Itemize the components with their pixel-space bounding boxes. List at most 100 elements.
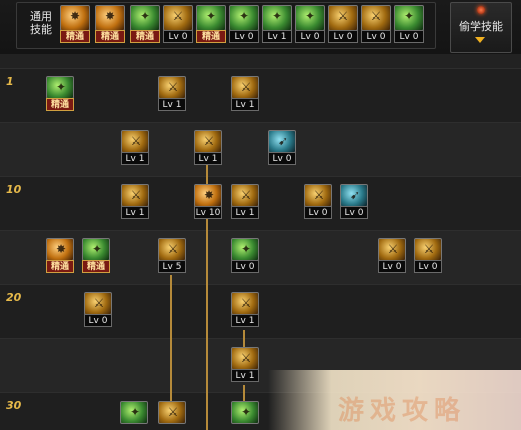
- skill-glyph: ⚔: [172, 9, 184, 23]
- skill-tile[interactable]: ✸ 精通: [60, 5, 90, 45]
- skill-tile[interactable]: ✦ 精通: [196, 5, 226, 45]
- skill-glyph: ✸: [55, 242, 67, 256]
- skill-tile[interactable]: ⚔ Lv 5: [158, 238, 186, 274]
- skill-level-label: Lv 0: [361, 30, 391, 43]
- watermark-text: 游戏攻略: [338, 396, 467, 426]
- skill-tile[interactable]: ✦: [120, 401, 148, 430]
- watermark-overlay: 游戏攻略: [268, 370, 521, 430]
- skill-level-label: Lv 1: [231, 206, 259, 219]
- skill-tile[interactable]: ➹ Lv 0: [268, 130, 296, 166]
- skill-tile[interactable]: ✸ 精通: [46, 238, 74, 274]
- skill-tile[interactable]: ⚔: [158, 401, 186, 430]
- steal-skills-label: 偷学技能: [459, 20, 503, 33]
- skill-glyph: ⚔: [93, 296, 105, 310]
- skill-glyph: ✦: [240, 242, 252, 256]
- skill-tile[interactable]: ⚔ Lv 0: [361, 5, 391, 45]
- tree-connector: [170, 275, 172, 405]
- skill-glyph: ✦: [55, 80, 67, 94]
- gold-cross-icon: ⚔: [231, 76, 259, 99]
- gold-bag-icon: ⚔: [414, 238, 442, 261]
- skill-glyph: ✸: [104, 9, 116, 23]
- skill-tile[interactable]: ✦ Lv 0: [394, 5, 424, 45]
- gold-gun-icon: ⚔: [158, 401, 186, 424]
- skill-tile[interactable]: ✸ Lv 10: [194, 184, 222, 220]
- skill-level-label: Lv 0: [84, 314, 112, 327]
- skill-glyph: ✦: [304, 9, 316, 23]
- steal-skills-button[interactable]: 偷学技能: [450, 2, 512, 53]
- green-star-icon: ✦: [231, 401, 259, 424]
- gold-slash-icon: ⚔: [194, 130, 222, 153]
- skill-glyph: ✦: [271, 9, 283, 23]
- green-figure-icon: ✦: [262, 5, 292, 31]
- skill-level-label: Lv 1: [194, 152, 222, 165]
- gold-hammer-icon: ⚔: [378, 238, 406, 261]
- skill-tile[interactable]: ⚔ Lv 1: [231, 184, 259, 220]
- skill-level-label: Lv 0: [231, 260, 259, 273]
- skill-tile[interactable]: ✦ 精通: [82, 238, 110, 274]
- skill-tile[interactable]: ✦ Lv 0: [231, 238, 259, 274]
- skill-tile[interactable]: ✦ 精通: [46, 76, 74, 112]
- skill-tile[interactable]: ⚔ Lv 0: [304, 184, 332, 220]
- skill-tile[interactable]: ✦: [231, 401, 259, 430]
- skill-tile[interactable]: ⚔ Lv 1: [121, 184, 149, 220]
- gold-blade-icon: ⚔: [231, 184, 259, 207]
- skill-level-label: Lv 10: [194, 206, 222, 219]
- skill-level-label: Lv 1: [231, 98, 259, 111]
- wind-spin-icon: ✸: [95, 5, 125, 31]
- teal-dash-icon: ➹: [268, 130, 296, 153]
- skill-level-label: Lv 1: [231, 314, 259, 327]
- skill-tile[interactable]: ➹ Lv 0: [340, 184, 368, 220]
- green-beast-icon: ✦: [231, 238, 259, 261]
- skill-glyph: ⚔: [240, 296, 252, 310]
- skill-level-label: Lv 0: [378, 260, 406, 273]
- skill-tile[interactable]: ✦ Lv 0: [229, 5, 259, 45]
- skill-level-label: Lv 0: [295, 30, 325, 43]
- skill-tile[interactable]: ✦ Lv 0: [295, 5, 325, 45]
- level-row: [0, 122, 521, 176]
- general-skills-label: 通用 技能: [30, 10, 52, 36]
- gem-icon: [477, 6, 485, 14]
- level-row: 10: [0, 176, 521, 230]
- skill-tile[interactable]: ⚔ Lv 1: [158, 76, 186, 112]
- skill-glyph: ➹: [349, 188, 361, 202]
- gold-claw-icon: ⚔: [121, 184, 149, 207]
- gold-cloud-icon: ⚔: [158, 238, 186, 261]
- skill-glyph: ⚔: [167, 242, 179, 256]
- level-number: 1: [6, 75, 14, 88]
- skill-glyph: ⚔: [167, 80, 179, 94]
- skill-tile[interactable]: ⚔ Lv 1: [121, 130, 149, 166]
- skill-glyph: ⚔: [370, 9, 382, 23]
- level-row: 20: [0, 284, 521, 338]
- skill-glyph: ⚔: [203, 134, 215, 148]
- teal-fist-icon: ➹: [340, 184, 368, 207]
- skill-level-label: 精通: [46, 260, 74, 273]
- skill-tile[interactable]: ✦ Lv 1: [262, 5, 292, 45]
- skill-tile[interactable]: ⚔ Lv 0: [378, 238, 406, 274]
- skill-tile[interactable]: ⚔ Lv 1: [231, 292, 259, 328]
- general-skills-bar: 通用 技能 ✸ 精通 ✸ 精通 ✦ 精通 ⚔ Lv 0 ✦ 精通 ✦ Lv 0 ✦ Lv 1 ✦ Lv 0 ⚔ L…: [0, 0, 521, 54]
- chevron-down-icon: [475, 37, 485, 43]
- skill-tile[interactable]: ✸ 精通: [95, 5, 125, 45]
- skill-tile[interactable]: ✦ 精通: [130, 5, 160, 45]
- skill-level-label: 精通: [82, 260, 110, 273]
- skill-glyph: ✦: [91, 242, 103, 256]
- skill-glyph: ✸: [203, 188, 215, 202]
- skill-tile[interactable]: ⚔ Lv 0: [84, 292, 112, 328]
- skill-tile[interactable]: ⚔ Lv 1: [231, 347, 259, 383]
- skill-level-label: 精通: [60, 30, 90, 43]
- gold-kick-icon: ⚔: [304, 184, 332, 207]
- skill-glyph: ✦: [205, 9, 217, 23]
- gold-arrow-icon: ⚔: [231, 347, 259, 370]
- skill-tile[interactable]: ⚔ Lv 0: [328, 5, 358, 45]
- green-dancer-icon: ✦: [394, 5, 424, 31]
- skill-glyph: ⚔: [387, 242, 399, 256]
- green-lance-icon: ✦: [120, 401, 148, 424]
- orange-flame-icon: ✸: [194, 184, 222, 207]
- skill-level-label: Lv 0: [304, 206, 332, 219]
- wings-icon: ⚔: [163, 5, 193, 31]
- skill-tile[interactable]: ⚔ Lv 0: [414, 238, 442, 274]
- skill-tile[interactable]: ⚔ Lv 1: [231, 76, 259, 112]
- skill-tile[interactable]: ⚔ Lv 1: [194, 130, 222, 166]
- skill-tile[interactable]: ⚔ Lv 0: [163, 5, 193, 45]
- skill-glyph: ⚔: [313, 188, 325, 202]
